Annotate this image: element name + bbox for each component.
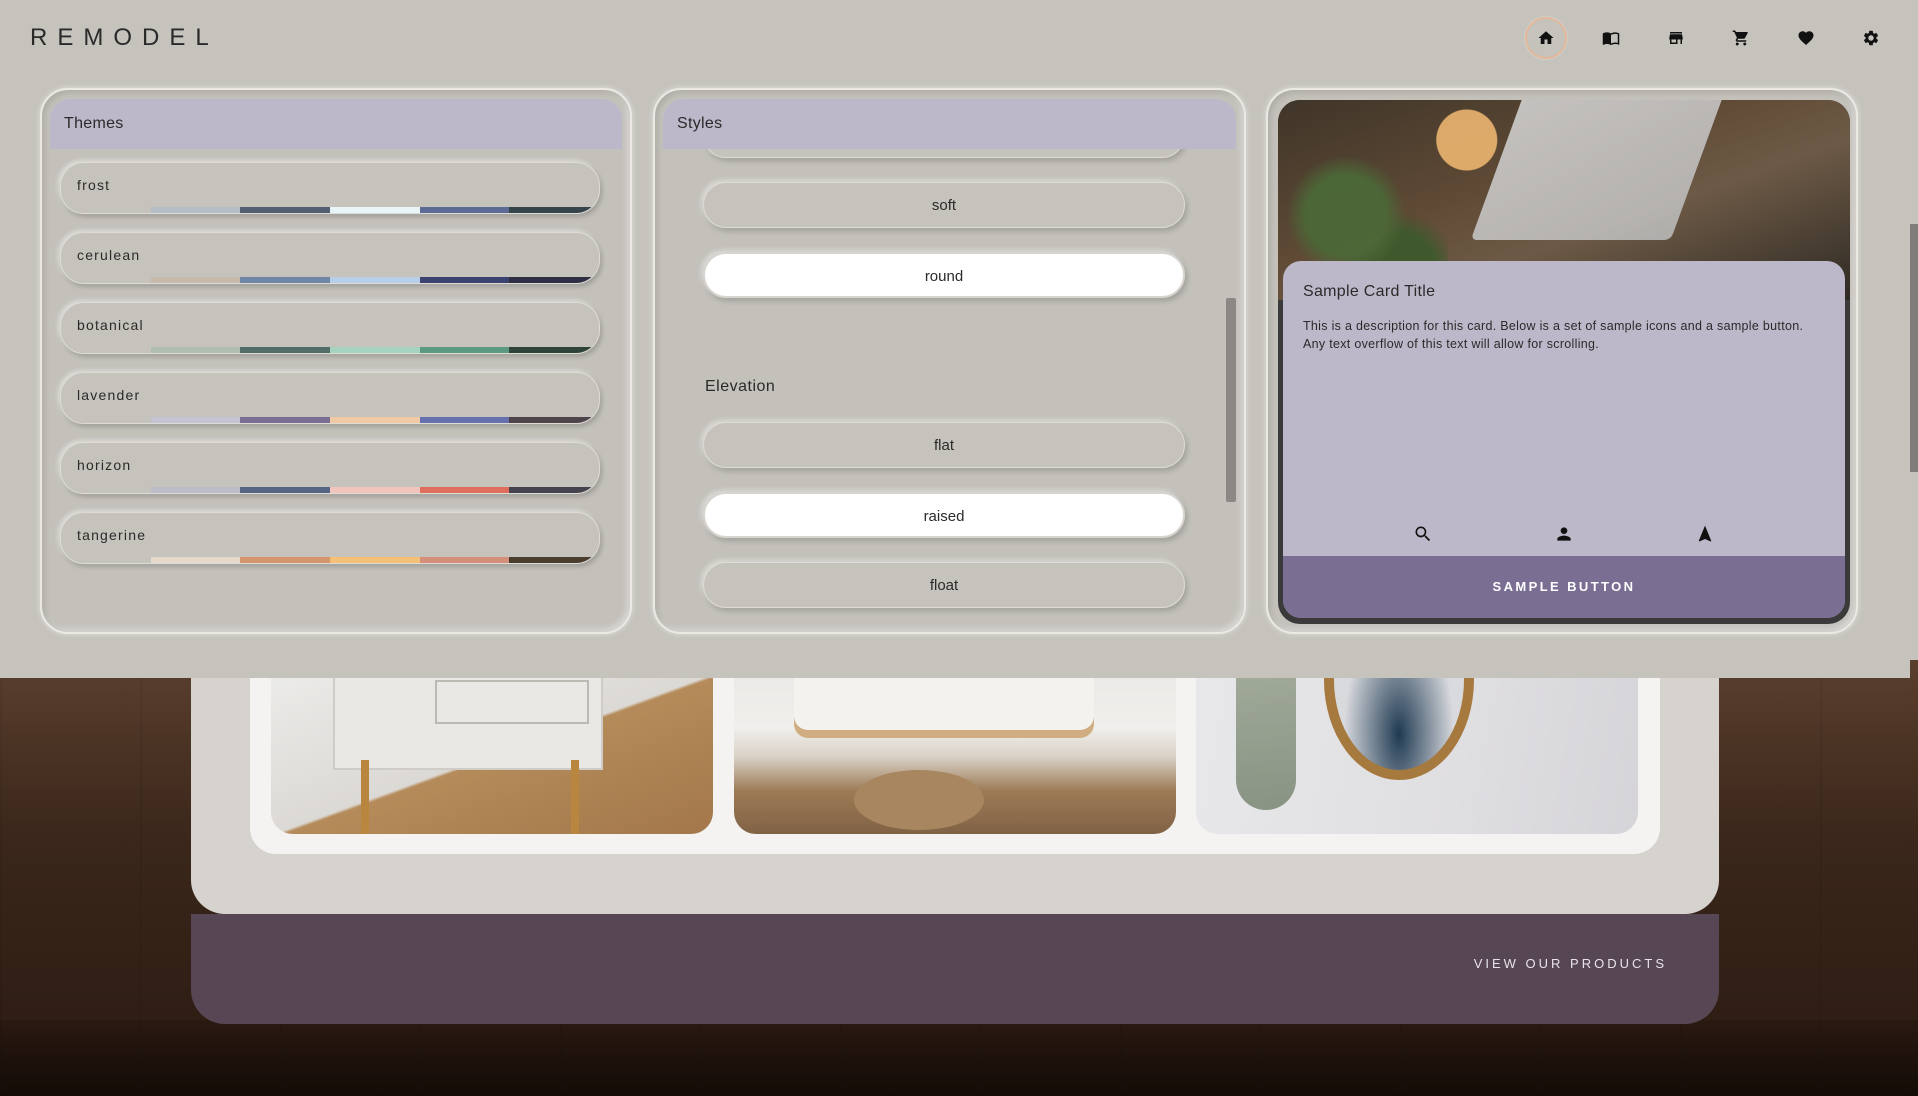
preview-panel: Sample Card Title This is a description … xyxy=(1266,88,1858,634)
theme-swatch xyxy=(61,487,151,493)
theme-item-cerulean[interactable]: cerulean xyxy=(60,232,600,284)
theme-swatch xyxy=(150,207,241,213)
nav-home-button[interactable] xyxy=(1525,17,1567,59)
theme-swatch xyxy=(330,277,420,283)
theme-swatch-strip xyxy=(61,417,599,423)
cart-icon xyxy=(1732,30,1748,46)
theme-swatch-strip xyxy=(61,347,599,353)
view-products-link[interactable]: VIEW OUR PRODUCTS xyxy=(1474,956,1667,971)
style-round-button[interactable]: round xyxy=(703,252,1185,298)
theme-swatch xyxy=(330,487,420,493)
theme-label: frost xyxy=(77,177,111,193)
theme-swatch xyxy=(61,557,151,563)
theme-swatch xyxy=(150,347,241,353)
styles-header: Styles xyxy=(663,99,1236,149)
sample-button[interactable]: SAMPLE BUTTON xyxy=(1283,556,1845,618)
theme-swatch xyxy=(240,417,331,423)
theme-swatch xyxy=(509,347,599,353)
nav-catalog-button[interactable] xyxy=(1590,17,1632,59)
theme-swatch xyxy=(509,277,599,283)
search-icon[interactable] xyxy=(1412,523,1434,545)
main-nav xyxy=(1525,17,1892,59)
theme-swatch-strip xyxy=(61,277,599,283)
theme-swatch xyxy=(419,417,510,423)
theme-swatch xyxy=(509,417,599,423)
top-bar: REMODEL xyxy=(0,0,1918,78)
theme-swatch xyxy=(419,487,510,493)
sample-card: Sample Card Title This is a description … xyxy=(1283,261,1845,618)
theme-label: cerulean xyxy=(77,247,141,263)
theme-swatch xyxy=(150,417,241,423)
nav-store-button[interactable] xyxy=(1655,17,1697,59)
theme-swatch xyxy=(509,207,599,213)
heart-icon xyxy=(1798,31,1814,46)
theme-swatch xyxy=(240,277,331,283)
theme-swatch xyxy=(240,347,331,353)
theme-swatch xyxy=(509,487,599,493)
store-icon xyxy=(1669,32,1683,44)
themes-panel: Themes frost cerulean botanical lavender hor… xyxy=(40,88,632,634)
theme-swatch xyxy=(61,207,151,213)
theme-item-botanical[interactable]: botanical xyxy=(60,302,600,354)
navigation-icon[interactable] xyxy=(1694,523,1716,545)
theme-item-lavender[interactable]: lavender xyxy=(60,372,600,424)
theme-label: lavender xyxy=(77,387,141,403)
card-icon-row xyxy=(1283,523,1845,545)
theme-swatch xyxy=(240,487,331,493)
theme-swatch xyxy=(240,557,331,563)
theme-swatch xyxy=(330,207,420,213)
elevation-float-button[interactable]: float xyxy=(703,562,1185,608)
nav-settings-button[interactable] xyxy=(1850,17,1892,59)
styles-scroll-area[interactable]: sharp soft round Elevation flat raised f… xyxy=(655,120,1244,620)
theme-swatch xyxy=(330,417,420,423)
theme-swatch-strip xyxy=(61,207,599,213)
theme-swatch-strip xyxy=(61,557,599,563)
theme-swatch xyxy=(61,347,151,353)
style-soft-button[interactable]: soft xyxy=(703,182,1185,228)
theme-swatch xyxy=(240,207,331,213)
nav-favorites-button[interactable] xyxy=(1785,17,1827,59)
theme-swatch-strip xyxy=(61,487,599,493)
theme-swatch xyxy=(509,557,599,563)
gear-icon xyxy=(1863,30,1879,46)
theme-swatch xyxy=(61,417,151,423)
nav-cart-button[interactable] xyxy=(1720,17,1762,59)
footer-bar: VIEW OUR PRODUCTS xyxy=(191,914,1719,1024)
theme-swatch xyxy=(419,277,510,283)
theme-swatch xyxy=(61,277,151,283)
theme-swatch xyxy=(419,207,510,213)
brand-logo[interactable]: REMODEL xyxy=(30,24,219,52)
theme-swatch xyxy=(150,277,241,283)
theme-swatch xyxy=(330,557,420,563)
page-scrollbar-thumb[interactable] xyxy=(1910,224,1918,472)
theme-swatch xyxy=(330,347,420,353)
book-icon xyxy=(1602,32,1620,46)
theme-item-horizon[interactable]: horizon xyxy=(60,442,600,494)
card-title: Sample Card Title xyxy=(1303,283,1436,300)
theme-label: tangerine xyxy=(77,527,147,543)
settings-panel: Themes frost cerulean botanical lavender hor… xyxy=(0,78,1910,678)
preview-frame: Sample Card Title This is a description … xyxy=(1278,100,1850,624)
theme-item-tangerine[interactable]: tangerine xyxy=(60,512,600,564)
theme-label: botanical xyxy=(77,317,144,333)
theme-swatch xyxy=(150,487,241,493)
styles-scrollbar-thumb[interactable] xyxy=(1226,298,1236,502)
themes-header: Themes xyxy=(50,99,622,149)
theme-label: horizon xyxy=(77,457,132,473)
person-icon[interactable] xyxy=(1553,523,1575,545)
theme-item-frost[interactable]: frost xyxy=(60,162,600,214)
theme-swatch xyxy=(150,557,241,563)
elevation-label: Elevation xyxy=(705,378,776,395)
theme-swatch xyxy=(419,557,510,563)
card-description: This is a description for this card. Bel… xyxy=(1303,319,1804,351)
elevation-flat-button[interactable]: flat xyxy=(703,422,1185,468)
home-icon xyxy=(1538,31,1554,44)
styles-panel: sharp soft round Elevation flat raised f… xyxy=(653,88,1246,634)
elevation-raised-button[interactable]: raised xyxy=(703,492,1185,538)
theme-swatch xyxy=(419,347,510,353)
